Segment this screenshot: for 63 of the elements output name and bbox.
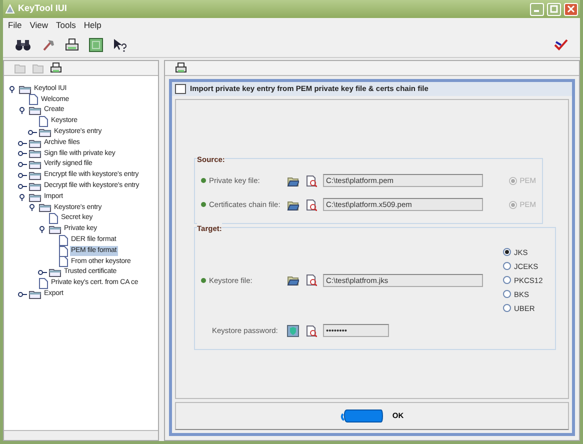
expanded-handle-icon[interactable]	[28, 204, 37, 212]
expanded-handle-icon[interactable]	[8, 86, 17, 93]
document-icon	[39, 278, 48, 289]
collapsed-handle-icon[interactable]	[18, 182, 27, 190]
menu-item[interactable]: Help	[84, 19, 102, 32]
scrollbar[interactable]	[4, 430, 158, 440]
menu-item[interactable]: View	[30, 19, 48, 32]
open-folder-icon[interactable]	[287, 274, 299, 286]
folder-icon	[49, 225, 61, 234]
collapsed-handle-icon[interactable]	[38, 269, 47, 276]
folder-icon	[29, 182, 41, 191]
app-icon	[5, 4, 15, 14]
printer-icon[interactable]	[65, 38, 79, 52]
folder-icon	[29, 106, 41, 116]
binoculars-icon[interactable]	[15, 38, 31, 52]
folder-icon	[29, 149, 41, 158]
document-icon	[59, 234, 68, 246]
document-icon	[49, 213, 58, 224]
required-dot-icon	[201, 178, 206, 184]
folder-icon	[29, 138, 41, 148]
expanded-handle-icon[interactable]	[18, 194, 27, 201]
menu-item[interactable]: Tools	[56, 19, 76, 32]
open-folder-icon[interactable]	[287, 174, 299, 187]
frame-icon	[175, 84, 186, 94]
menu-item[interactable]: File	[8, 19, 22, 32]
open-folder-icon[interactable]	[287, 198, 299, 211]
collapsed-handle-icon[interactable]	[18, 140, 27, 147]
required-dot-icon	[201, 278, 206, 283]
printer-icon[interactable]	[175, 62, 187, 74]
document-icon	[59, 256, 68, 268]
close-button[interactable]	[564, 2, 578, 16]
pointer-help-icon[interactable]	[113, 38, 127, 52]
magnifier-document-icon[interactable]	[305, 198, 317, 211]
folder-icon	[29, 192, 41, 202]
collapsed-handle-icon[interactable]	[18, 150, 27, 158]
pill-icon	[340, 409, 384, 423]
collapsed-handle-icon[interactable]	[18, 290, 27, 298]
expanded-handle-icon[interactable]	[38, 226, 47, 233]
folder-icon	[29, 171, 41, 180]
folder-icon	[29, 290, 41, 299]
folder-icon	[29, 160, 41, 170]
folder-icon	[19, 84, 31, 94]
collapsed-handle-icon[interactable]	[18, 172, 27, 180]
document-icon	[29, 94, 38, 106]
logo-icon	[554, 38, 568, 51]
hammer-icon[interactable]	[41, 38, 55, 52]
folder-icon	[39, 128, 51, 137]
printer-icon[interactable]	[50, 62, 62, 74]
folder-icon	[49, 268, 61, 278]
maximize-icon	[550, 5, 558, 13]
shield-icon[interactable]	[287, 324, 299, 337]
document-icon	[39, 116, 48, 128]
magnifier-document-icon[interactable]	[305, 324, 317, 337]
collapsed-handle-icon[interactable]	[18, 161, 27, 168]
magnifier-document-icon[interactable]	[305, 274, 317, 286]
document-icon	[59, 246, 68, 257]
collapsed-handle-icon[interactable]	[28, 128, 37, 136]
close-icon	[567, 5, 575, 13]
required-dot-icon	[201, 202, 206, 208]
window-title: KeyTool IUI	[18, 2, 68, 16]
magnifier-document-icon[interactable]	[305, 174, 317, 187]
folder-icon	[39, 203, 51, 212]
expanded-handle-icon[interactable]	[18, 107, 27, 114]
